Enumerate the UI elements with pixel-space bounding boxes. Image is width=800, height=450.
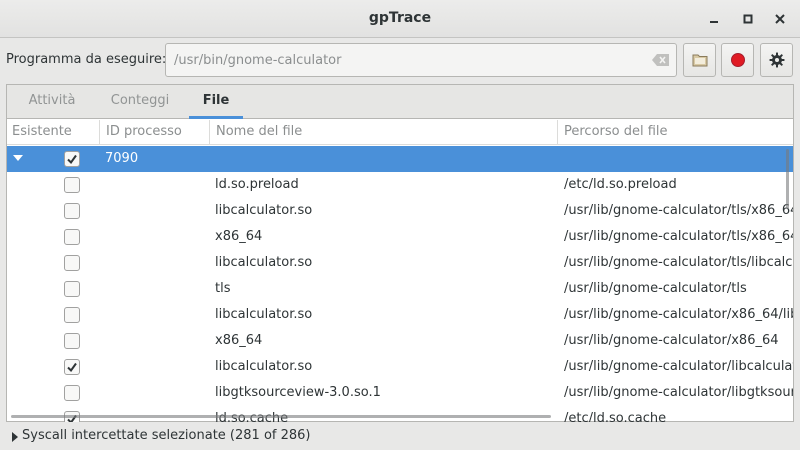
table-row[interactable]: libcalculator.so/usr/lib/gnome-calculato…	[7, 354, 793, 380]
path-cell: /usr/lib/gnome-calculator/x86_64/libcalc…	[564, 307, 793, 322]
path-cell: /etc/ld.so.cache	[564, 411, 667, 422]
exists-checkbox[interactable]	[64, 151, 80, 167]
table-row[interactable]: libcalculator.so/usr/lib/gnome-calculato…	[7, 250, 793, 276]
filename-cell: libcalculator.so	[215, 359, 313, 374]
tab-activity[interactable]: Attività	[15, 85, 89, 119]
pid-cell	[105, 328, 209, 354]
pid-cell	[105, 198, 209, 224]
table-row[interactable]: tls/usr/lib/gnome-calculator/tls	[7, 276, 793, 302]
path-cell: /usr/lib/gnome-calculator/tls/x86_64	[564, 229, 793, 244]
minimize-icon	[710, 21, 718, 23]
maximize-button[interactable]	[738, 9, 758, 29]
pid-cell	[105, 302, 209, 328]
horizontal-scrollbar[interactable]	[11, 415, 551, 418]
maximize-icon	[743, 14, 753, 24]
path-cell: /usr/lib/gnome-calculator/tls	[564, 281, 747, 296]
column-header-filename[interactable]: Nome del file	[211, 120, 558, 145]
path-cell: /usr/lib/gnome-calculator/x86_64	[564, 333, 779, 348]
table-header: Esistente ID processo Nome del file Perc…	[7, 120, 793, 145]
tab-file[interactable]: File	[189, 85, 243, 119]
filename-cell: libgtksourceview-3.0.so.1	[215, 385, 381, 400]
record-icon	[730, 53, 745, 67]
exists-checkbox[interactable]	[64, 255, 80, 271]
status-text: Syscall intercettate selezionate (281 of…	[22, 428, 311, 443]
pid-cell	[105, 380, 209, 406]
pid-cell: 7090	[105, 151, 139, 166]
filename-cell	[215, 146, 555, 172]
path-cell: /usr/lib/gnome-calculator/tls/x86_64/lib…	[564, 203, 793, 218]
filename-cell: libcalculator.so	[215, 307, 313, 322]
close-button[interactable]	[770, 9, 790, 29]
table-row[interactable]: ld.so.preload/etc/ld.so.preload	[7, 172, 793, 198]
record-button[interactable]	[721, 43, 754, 77]
exists-checkbox[interactable]	[64, 177, 80, 193]
checkmark-icon	[67, 362, 77, 373]
pid-cell	[105, 406, 209, 422]
folder-open-icon	[692, 54, 707, 67]
program-entry[interactable]	[165, 43, 677, 77]
filename-cell: ld.so.cache	[215, 406, 555, 422]
gear-icon	[769, 52, 784, 68]
pid-cell	[105, 354, 209, 380]
exists-checkbox[interactable]	[64, 307, 80, 323]
expander-arrow-icon[interactable]	[13, 155, 23, 161]
exists-checkbox[interactable]	[64, 359, 80, 375]
filename-cell: tls	[215, 281, 231, 296]
exists-checkbox[interactable]	[64, 203, 80, 219]
status-bar[interactable]: Syscall intercettate selezionate (281 of…	[0, 424, 800, 450]
exists-checkbox[interactable]	[64, 333, 80, 349]
title-bar: gpTrace	[0, 0, 800, 38]
pid-cell	[105, 250, 209, 276]
table-row[interactable]: libcalculator.so/usr/lib/gnome-calculato…	[7, 302, 793, 328]
path-cell: /usr/lib/gnome-calculator/libcalculator.…	[564, 359, 793, 374]
table-row[interactable]: x86_64/usr/lib/gnome-calculator/x86_64	[7, 328, 793, 354]
path-cell: /etc/ld.so.preload	[564, 177, 677, 192]
pid-cell	[105, 172, 209, 198]
path-cell	[564, 146, 793, 172]
filename-cell: ld.so.preload	[215, 177, 299, 192]
column-header-path[interactable]: Percorso del file	[559, 120, 793, 145]
close-icon	[775, 14, 785, 24]
clear-text-icon[interactable]	[652, 53, 670, 67]
open-file-button[interactable]	[683, 43, 716, 77]
tab-bar: Attività Conteggi File	[7, 85, 793, 119]
path-cell: /usr/lib/gnome-calculator/tls/libcalcula…	[564, 255, 793, 270]
exists-checkbox[interactable]	[64, 385, 80, 401]
table-row[interactable]: 7090	[7, 146, 793, 172]
expand-arrow-icon[interactable]	[12, 432, 18, 442]
settings-button[interactable]	[760, 43, 793, 77]
vertical-scrollbar[interactable]	[786, 149, 789, 209]
minimize-button[interactable]	[704, 9, 724, 29]
file-table: 7090 ld.so.preload/etc/ld.so.preload libca…	[7, 146, 793, 422]
filename-cell: x86_64	[215, 333, 263, 348]
exists-checkbox[interactable]	[64, 281, 80, 297]
checkmark-icon	[67, 154, 77, 165]
exists-checkbox[interactable]	[64, 229, 80, 245]
table-row[interactable]: libcalculator.so/usr/lib/gnome-calculato…	[7, 198, 793, 224]
program-input[interactable]	[174, 44, 644, 76]
window-title: gpTrace	[368, 10, 432, 26]
table-row[interactable]: x86_64/usr/lib/gnome-calculator/tls/x86_…	[7, 224, 793, 250]
filename-cell: libcalculator.so	[215, 255, 313, 270]
table-row[interactable]: ld.so.cache/etc/ld.so.cache	[7, 406, 793, 422]
pid-cell	[105, 224, 209, 250]
column-header-pid[interactable]: ID processo	[101, 120, 210, 145]
table-row[interactable]: libgtksourceview-3.0.so.1/usr/lib/gnome-…	[7, 380, 793, 406]
column-header-exists[interactable]: Esistente	[7, 120, 100, 145]
tab-counts[interactable]: Conteggi	[101, 85, 179, 119]
path-cell: /usr/lib/gnome-calculator/libgtksourcevi…	[564, 385, 793, 400]
filename-cell: x86_64	[215, 229, 263, 244]
program-label: Programma da eseguire:	[6, 52, 167, 67]
main-panel: Attività Conteggi File Esistente ID proc…	[6, 84, 794, 422]
filename-cell: libcalculator.so	[215, 203, 313, 218]
pid-cell	[105, 276, 209, 302]
